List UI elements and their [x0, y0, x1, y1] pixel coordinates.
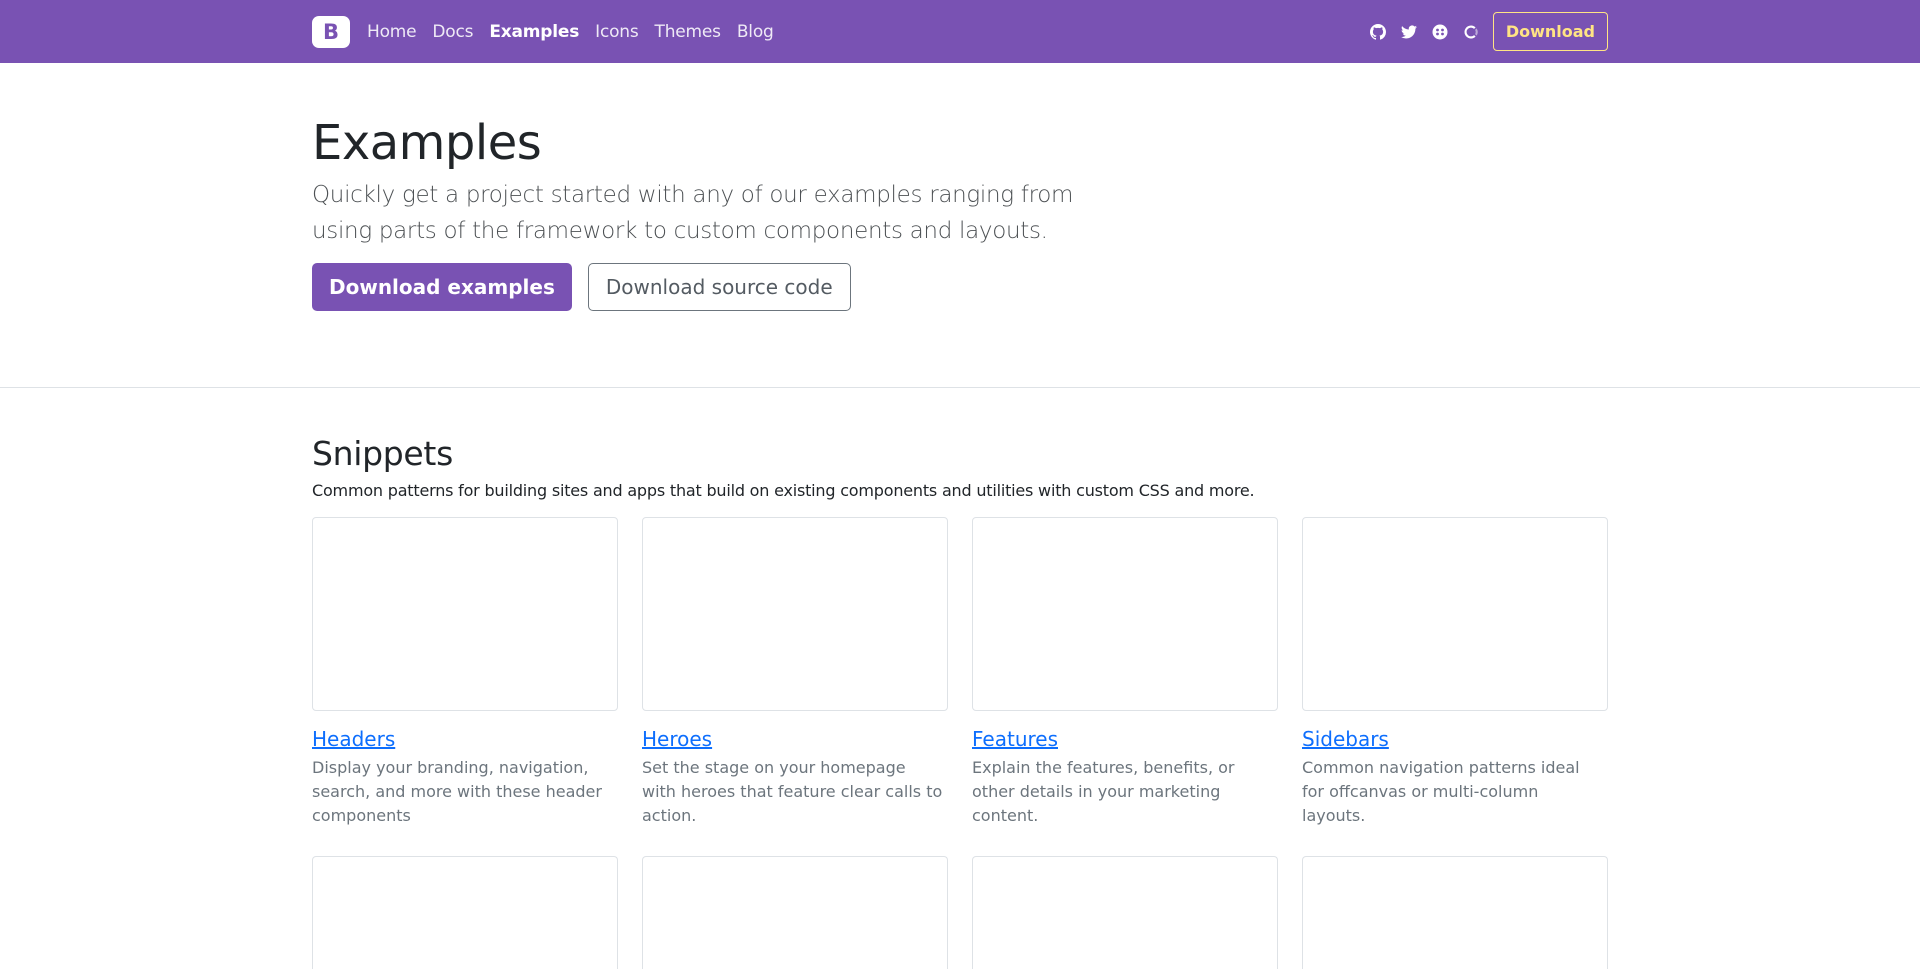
nav-links: Home Docs Examples Icons Themes Blog — [367, 22, 790, 42]
snippet-thumbnail[interactable] — [972, 856, 1278, 969]
snippets-section: Snippets Common patterns for building si… — [0, 388, 1920, 969]
github-icon[interactable] — [1368, 22, 1388, 42]
slack-icon[interactable] — [1430, 22, 1450, 42]
snippet-description: Set the stage on your homepage with hero… — [642, 758, 943, 825]
nav-link-docs[interactable]: Docs — [432, 22, 473, 42]
hero-lead: Quickly get a project started with any o… — [312, 181, 1074, 244]
top-navbar: B Home Docs Examples Icons Themes Blog D… — [0, 0, 1920, 63]
nav-link-themes[interactable]: Themes — [655, 22, 721, 42]
snippet-card-features: Features Explain the features, benefits,… — [972, 517, 1278, 828]
nav-link-icons[interactable]: Icons — [595, 22, 639, 42]
snippet-link-sidebars[interactable]: Sidebars — [1302, 727, 1608, 751]
download-source-code-button[interactable]: Download source code — [587, 262, 851, 311]
snippet-description: Common navigation patterns ideal for off… — [1302, 758, 1580, 825]
snippet-card-heroes: Heroes Set the stage on your homepage wi… — [642, 517, 948, 828]
snippet-card-sidebars: Sidebars Common navigation patterns idea… — [1302, 517, 1608, 828]
snippet-thumbnail[interactable] — [642, 856, 948, 969]
snippet-thumbnail[interactable] — [642, 517, 948, 711]
twitter-icon[interactable] — [1399, 22, 1419, 42]
snippet-link-headers[interactable]: Headers — [312, 727, 618, 751]
snippet-thumbnail[interactable] — [312, 517, 618, 711]
snippets-grid: Headers Display your branding, navigatio… — [312, 517, 1608, 828]
download-examples-button[interactable]: Download examples — [312, 262, 572, 311]
snippet-description: Explain the features, benefits, or other… — [972, 758, 1235, 825]
snippet-thumbnail[interactable] — [1302, 517, 1608, 711]
snippet-card-headers: Headers Display your branding, navigatio… — [312, 517, 618, 828]
hero-buttons: Download examples Download source code — [312, 262, 1608, 311]
page-title: Examples — [312, 115, 542, 171]
nav-link-home[interactable]: Home — [367, 22, 417, 42]
snippets-grid-row-2 — [312, 856, 1608, 969]
bootstrap-logo[interactable]: B — [312, 15, 350, 48]
section-description: Common patterns for building sites and a… — [312, 481, 1255, 500]
nav-link-examples[interactable]: Examples — [489, 22, 579, 42]
section-title: Snippets — [312, 434, 453, 473]
snippet-description: Display your branding, navigation, searc… — [312, 758, 602, 825]
snippet-thumbnail[interactable] — [312, 856, 618, 969]
opencollective-icon[interactable] — [1461, 22, 1481, 42]
snippet-link-heroes[interactable]: Heroes — [642, 727, 948, 751]
snippet-link-features[interactable]: Features — [972, 727, 1278, 751]
snippet-thumbnail[interactable] — [1302, 856, 1608, 969]
snippet-thumbnail[interactable] — [972, 517, 1278, 711]
nav-right: Download — [1357, 12, 1608, 51]
hero-section: Examples Quickly get a project started w… — [0, 63, 1920, 388]
nav-link-blog[interactable]: Blog — [737, 22, 774, 42]
download-button[interactable]: Download — [1492, 12, 1608, 51]
